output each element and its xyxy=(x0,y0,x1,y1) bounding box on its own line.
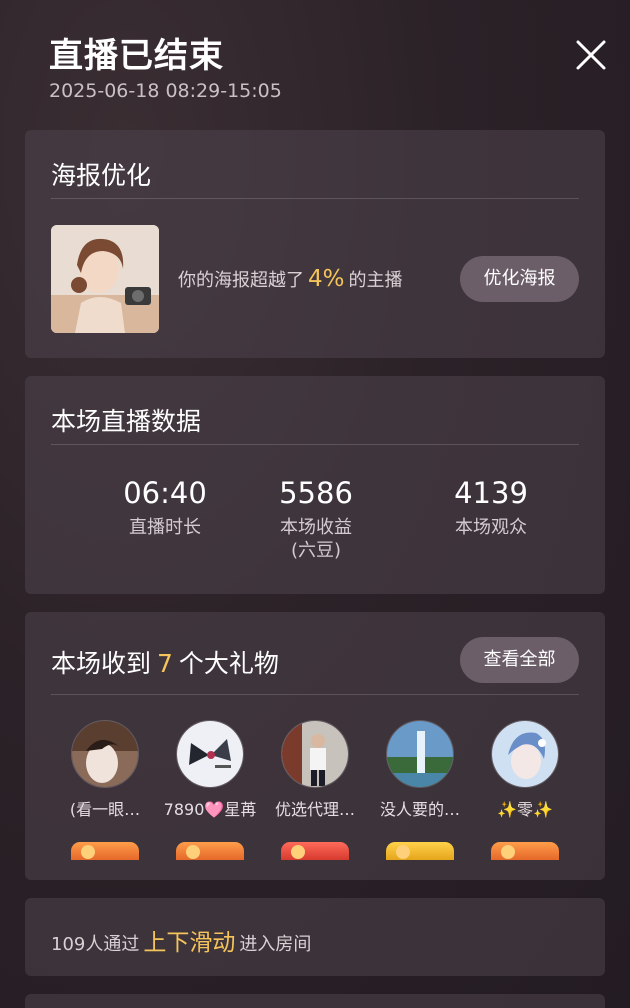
level-badge xyxy=(176,842,244,860)
level-badge xyxy=(386,842,454,860)
poster-text-before: 你的海报超越了 xyxy=(178,270,304,291)
stat-earnings: 5586 本场收益 (六豆) xyxy=(226,476,406,562)
gifts-title-before: 本场收到 xyxy=(51,649,152,678)
gifter-name: (看一眼… xyxy=(69,800,141,819)
avatar xyxy=(71,720,139,788)
next-card-partial xyxy=(25,994,605,1008)
level-badge xyxy=(281,842,349,860)
close-icon[interactable] xyxy=(574,38,608,72)
gifter-item[interactable]: 优选代理… xyxy=(262,720,368,860)
section-title-poster: 海报优化 xyxy=(51,161,152,190)
stat-viewers: 4139 本场观众 xyxy=(401,476,581,539)
gifter-name: 没人要的… xyxy=(379,800,460,819)
gifts-count: 7 xyxy=(157,649,173,678)
divider xyxy=(51,444,579,445)
gifter-name: 优选代理… xyxy=(274,800,355,819)
header: 直播已结束 2025-06-18 08:29-15:05 xyxy=(0,0,630,120)
divider xyxy=(51,198,579,199)
enter-room-text: 109人通过 上下滑动 进入房间 xyxy=(51,923,311,957)
stat-value: 5586 xyxy=(279,476,353,510)
stat-value: 4139 xyxy=(454,476,528,510)
gifter-name: ✨零✨ xyxy=(497,800,553,819)
poster-text-after: 的主播 xyxy=(348,270,403,291)
live-time-range: 2025-06-18 08:29-15:05 xyxy=(49,80,282,102)
gifts-title-after: 个大礼物 xyxy=(178,649,279,678)
gifter-item[interactable]: ✨零✨ xyxy=(472,720,578,860)
poster-rank-text: 你的海报超越了 4% 的主播 xyxy=(178,266,403,292)
gifts-title: 本场收到 7 个大礼物 xyxy=(51,644,279,680)
stat-label: 本场观众 xyxy=(455,517,527,538)
live-stats-card: 本场直播数据 06:40 直播时长 5586 本场收益 (六豆) 4139 本场… xyxy=(25,376,605,594)
stat-label: 本场收益 (六豆) xyxy=(280,517,352,561)
view-all-button[interactable]: 查看全部 xyxy=(460,637,579,683)
level-badge xyxy=(71,842,139,860)
avatar xyxy=(176,720,244,788)
avatar xyxy=(386,720,454,788)
big-gifts-card: 本场收到 7 个大礼物 查看全部 (看一眼… 7890🩷星苒 优选代理… 没人要… xyxy=(25,612,605,880)
gifter-item[interactable]: 7890🩷星苒 xyxy=(157,720,263,860)
poster-optimization-card: 海报优化 你的海报超越了 4% 的主播 优化海报 xyxy=(25,130,605,358)
poster-percent: 4% xyxy=(308,266,345,292)
section-title-stats: 本场直播数据 xyxy=(51,407,202,436)
gifter-item[interactable]: 没人要的… xyxy=(367,720,473,860)
avatar xyxy=(491,720,559,788)
enter-text-before: 109人通过 xyxy=(51,934,140,955)
poster-thumbnail[interactable] xyxy=(51,225,159,333)
level-badge xyxy=(491,842,559,860)
gifter-item[interactable]: (看一眼… xyxy=(52,720,158,860)
avatar xyxy=(281,720,349,788)
optimize-poster-button[interactable]: 优化海报 xyxy=(460,256,579,302)
enter-text-after: 进入房间 xyxy=(239,934,312,955)
gifter-name: 7890🩷星苒 xyxy=(163,800,257,819)
enter-room-card: 109人通过 上下滑动 进入房间 xyxy=(25,898,605,976)
page-title: 直播已结束 xyxy=(49,36,224,76)
enter-highlight: 上下滑动 xyxy=(143,930,236,956)
divider xyxy=(51,694,579,695)
